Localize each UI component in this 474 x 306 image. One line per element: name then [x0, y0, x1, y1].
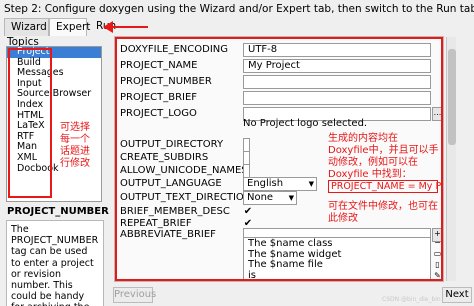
- next-button[interactable]: Next: [442, 287, 472, 303]
- step-instruction: Step 2: Configure doxygen using the Wiza…: [0, 0, 474, 18]
- settings-scrollbar[interactable]: [446, 37, 456, 281]
- annotation-arrow-line: [112, 26, 148, 28]
- topics-annotation: 可选择每一个话题进行修改: [60, 122, 90, 169]
- help-text: The PROJECT_NUMBER tag can be used to en…: [6, 220, 104, 306]
- tab-expert[interactable]: Expert: [49, 18, 90, 36]
- help-title: PROJECT_NUMBER: [7, 206, 109, 217]
- left-panel: Topics Project Build Messages Input Sour…: [4, 36, 112, 306]
- scrollbar-thumb[interactable]: [448, 49, 456, 145]
- settings-highlight-box: [115, 37, 443, 281]
- tab-wizard[interactable]: Wizard: [4, 18, 49, 36]
- previous-button[interactable]: Previous: [113, 287, 156, 303]
- topics-highlight-box: [8, 48, 52, 198]
- watermark: CSDN @bin_die_bin: [382, 296, 441, 303]
